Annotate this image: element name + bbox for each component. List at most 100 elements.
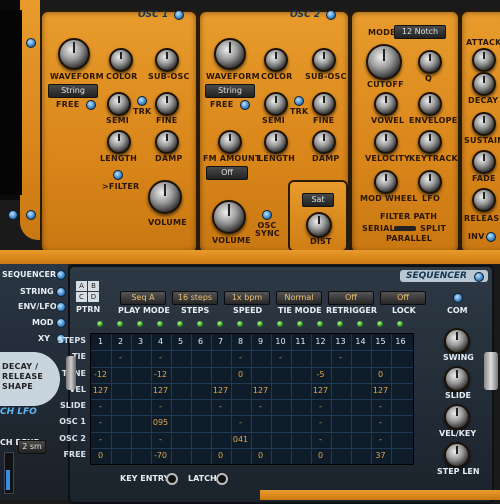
osc2-damp-knob[interactable] — [312, 130, 336, 154]
grid-cell[interactable]: -5 — [311, 370, 330, 379]
slide-knob[interactable] — [444, 366, 470, 392]
grid-cell[interactable]: 095 — [151, 418, 170, 427]
filter-velocity-knob[interactable] — [374, 130, 398, 154]
grid-cell[interactable]: -70 — [151, 451, 170, 460]
osc1-color-knob[interactable] — [109, 48, 133, 72]
filter-lfo-knob[interactable] — [418, 170, 442, 194]
osc2-fm-amount-knob[interactable] — [218, 130, 242, 154]
ptrn-btn-c[interactable]: C — [76, 292, 87, 302]
steps-select[interactable]: 16 steps — [172, 291, 218, 305]
osc2-trk-led[interactable] — [294, 96, 304, 106]
vel-key-knob[interactable] — [444, 404, 470, 430]
grid-cell[interactable]: -12 — [91, 370, 110, 379]
osc1-damp-knob[interactable] — [155, 130, 179, 154]
grid-cell[interactable]: 16 — [391, 337, 410, 346]
grid-cell[interactable]: - — [311, 418, 330, 427]
step-len-knob[interactable] — [444, 442, 470, 468]
grid-cell[interactable]: - — [311, 435, 330, 444]
key-entry-toggle[interactable] — [166, 473, 178, 485]
grid-cell[interactable]: 127 — [91, 386, 110, 395]
dist-sat-select[interactable]: Sat — [302, 193, 334, 207]
bend-value[interactable]: 2 sm — [18, 440, 46, 454]
osc1-waveform-knob[interactable] — [58, 38, 90, 70]
osc1-fine-knob[interactable] — [155, 92, 179, 116]
sequencer-led[interactable] — [474, 272, 484, 282]
grid-cell[interactable]: 127 — [211, 386, 230, 395]
filter-cutoff-knob[interactable] — [366, 44, 402, 80]
grid-cell[interactable]: - — [91, 418, 110, 427]
grid-cell[interactable]: 15 — [371, 337, 390, 346]
grid-cell[interactable]: - — [371, 402, 390, 411]
osc1-semi-knob[interactable] — [107, 92, 131, 116]
osc1-waveform-select[interactable]: String — [48, 84, 98, 98]
grid-cell[interactable]: - — [271, 353, 290, 362]
env-release-knob[interactable] — [472, 188, 496, 212]
grid-cell[interactable]: - — [91, 435, 110, 444]
grid-cell[interactable]: - — [371, 418, 390, 427]
grid-cell[interactable]: 127 — [371, 386, 390, 395]
left-scroll-tab[interactable] — [66, 356, 76, 390]
osc2-waveform-select[interactable]: String — [205, 84, 255, 98]
grid-cell[interactable]: 0 — [311, 451, 330, 460]
menu-led-env-lfo[interactable] — [56, 302, 66, 312]
retrigger-select[interactable]: Off — [328, 291, 374, 305]
grid-cell[interactable]: 2 — [111, 337, 130, 346]
grid-cell[interactable]: - — [331, 353, 350, 362]
ptrn-btn-d[interactable]: D — [88, 292, 99, 302]
lock-select[interactable]: Off — [380, 291, 426, 305]
grid-cell[interactable]: - — [91, 402, 110, 411]
env-attack-knob[interactable] — [472, 48, 496, 72]
filter-modwheel-knob[interactable] — [374, 170, 398, 194]
menu-led-string[interactable] — [56, 287, 66, 297]
osc1-subosc-knob[interactable] — [155, 48, 179, 72]
grid-cell[interactable]: 0 — [371, 370, 390, 379]
env-sustain-knob[interactable] — [472, 112, 496, 136]
osc2-fine-knob[interactable] — [312, 92, 336, 116]
play-mode-select[interactable]: Seq A — [120, 291, 166, 305]
filter-q-knob[interactable] — [418, 50, 442, 74]
osc1-length-knob[interactable] — [107, 130, 131, 154]
com-led[interactable] — [453, 293, 463, 303]
grid-cell[interactable]: - — [151, 402, 170, 411]
osc1-filter-led[interactable] — [113, 170, 123, 180]
grid-cell[interactable]: 12 — [311, 337, 330, 346]
right-scroll-tab[interactable] — [484, 352, 498, 390]
grid-cell[interactable]: 13 — [331, 337, 350, 346]
osc2-length-knob[interactable] — [264, 130, 288, 154]
osc2-semi-knob[interactable] — [264, 92, 288, 116]
grid-cell[interactable]: 10 — [271, 337, 290, 346]
filter-path-switch[interactable] — [394, 226, 416, 231]
grid-cell[interactable]: 9 — [251, 337, 270, 346]
menu-item-sequencer[interactable]: SEQUENCER — [2, 270, 56, 279]
dist-knob[interactable] — [306, 212, 332, 238]
env-inv-led[interactable] — [486, 232, 496, 242]
grid-cell[interactable]: 14 — [351, 337, 370, 346]
grid-cell[interactable]: 8 — [231, 337, 250, 346]
osc2-led[interactable] — [326, 10, 336, 20]
grid-cell[interactable]: 0 — [211, 451, 230, 460]
grid-cell[interactable]: - — [231, 353, 250, 362]
osc2-fm-select[interactable]: Off — [206, 166, 248, 180]
speed-select[interactable]: 1x bpm — [224, 291, 270, 305]
osc2-free-led[interactable] — [240, 100, 250, 110]
osc1-trk-led[interactable] — [137, 96, 147, 106]
menu-item-mod[interactable]: MOD — [32, 318, 53, 327]
grid-cell[interactable]: - — [151, 353, 170, 362]
grid-cell[interactable]: 5 — [171, 337, 190, 346]
grid-cell[interactable]: 7 — [211, 337, 230, 346]
filter-keytrack-knob[interactable] — [418, 130, 442, 154]
filter-envelope-knob[interactable] — [418, 92, 442, 116]
grid-cell[interactable]: 127 — [311, 386, 330, 395]
grid-cell[interactable]: 127 — [151, 386, 170, 395]
swing-knob[interactable] — [444, 328, 470, 354]
menu-led-sequencer[interactable] — [56, 270, 66, 280]
grid-cell[interactable]: - — [231, 418, 250, 427]
osc2-subosc-knob[interactable] — [312, 48, 336, 72]
osc2-sync-led[interactable] — [262, 210, 272, 220]
left-led-1[interactable] — [26, 38, 36, 48]
grid-cell[interactable]: -12 — [151, 370, 170, 379]
grid-cell[interactable]: - — [111, 353, 130, 362]
tie-mode-select[interactable]: Normal — [276, 291, 322, 305]
grid-cell[interactable]: 11 — [291, 337, 310, 346]
grid-cell[interactable]: 0 — [91, 451, 110, 460]
